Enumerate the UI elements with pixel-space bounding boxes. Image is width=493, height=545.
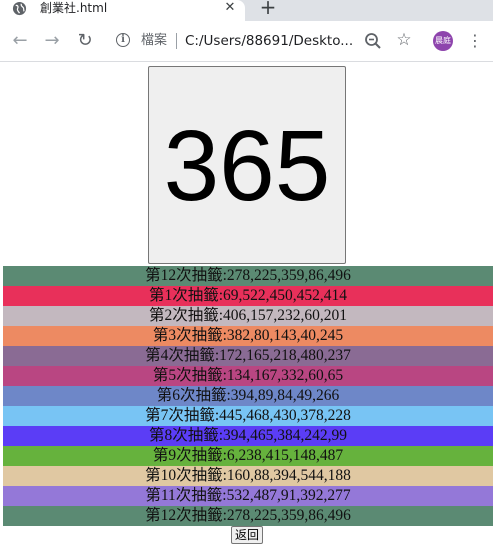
tab-title: 創業社.html [40, 1, 108, 15]
page-content: 365 第12次抽籤:278,225,359,86,496 第1次抽籤:69,5… [0, 62, 493, 545]
draw-row: 第12次抽籤:278,225,359,86,496 [3, 506, 493, 526]
info-icon[interactable]: i [116, 33, 130, 47]
back-arrow-icon[interactable]: ← [10, 31, 30, 51]
tab-strip: 創業社.html ✕ + [0, 0, 493, 21]
address-bar[interactable]: C:/Users/88691/Deskto... [185, 32, 353, 50]
draw-row: 第8次抽籤:394,465,384,242,99 [3, 426, 493, 446]
zoom-out-icon[interactable] [363, 31, 383, 51]
draw-list: 第12次抽籤:278,225,359,86,496 第1次抽籤:69,522,4… [3, 266, 493, 526]
draw-row: 第12次抽籤:278,225,359,86,496 [3, 266, 493, 286]
forward-arrow-icon[interactable]: → [42, 31, 62, 51]
draw-row: 第4次抽籤:172,165,218,480,237 [3, 346, 493, 366]
new-tab-button[interactable]: + [258, 0, 278, 17]
back-button[interactable]: 返回 [231, 526, 264, 544]
draw-row: 第10次抽籤:160,88,394,544,188 [3, 466, 493, 486]
number-display-button[interactable]: 365 [148, 66, 346, 264]
draw-row: 第3次抽籤:382,80,143,40,245 [3, 326, 493, 346]
browser-tab[interactable]: 創業社.html ✕ [0, 0, 245, 21]
draw-row: 第6次抽籤:394,89,84,49,266 [3, 386, 493, 406]
browser-toolbar: ← → ↻ i 檔案 C:/Users/88691/Deskto... ☆ 晨庭… [0, 21, 493, 62]
bookmark-star-icon[interactable]: ☆ [394, 29, 414, 50]
globe-icon [12, 1, 27, 16]
draw-row: 第2次抽籤:406,157,232,60,201 [3, 306, 493, 326]
address-divider [176, 33, 177, 49]
draw-row: 第5次抽籤:134,167,332,60,65 [3, 366, 493, 386]
scheme-label: 檔案 [141, 33, 168, 48]
reload-icon[interactable]: ↻ [75, 31, 95, 51]
draw-row: 第9次抽籤:6,238,415,148,487 [3, 446, 493, 466]
close-icon[interactable]: ✕ [223, 0, 237, 15]
draw-row: 第1次抽籤:69,522,450,452,414 [3, 286, 493, 306]
draw-row: 第7次抽籤:445,468,430,378,228 [3, 406, 493, 426]
draw-row: 第11次抽籤:532,487,91,392,277 [3, 486, 493, 506]
menu-icon[interactable]: ⋮ [467, 31, 483, 51]
current-number: 365 [163, 110, 331, 222]
profile-avatar[interactable]: 晨庭 [433, 31, 453, 51]
